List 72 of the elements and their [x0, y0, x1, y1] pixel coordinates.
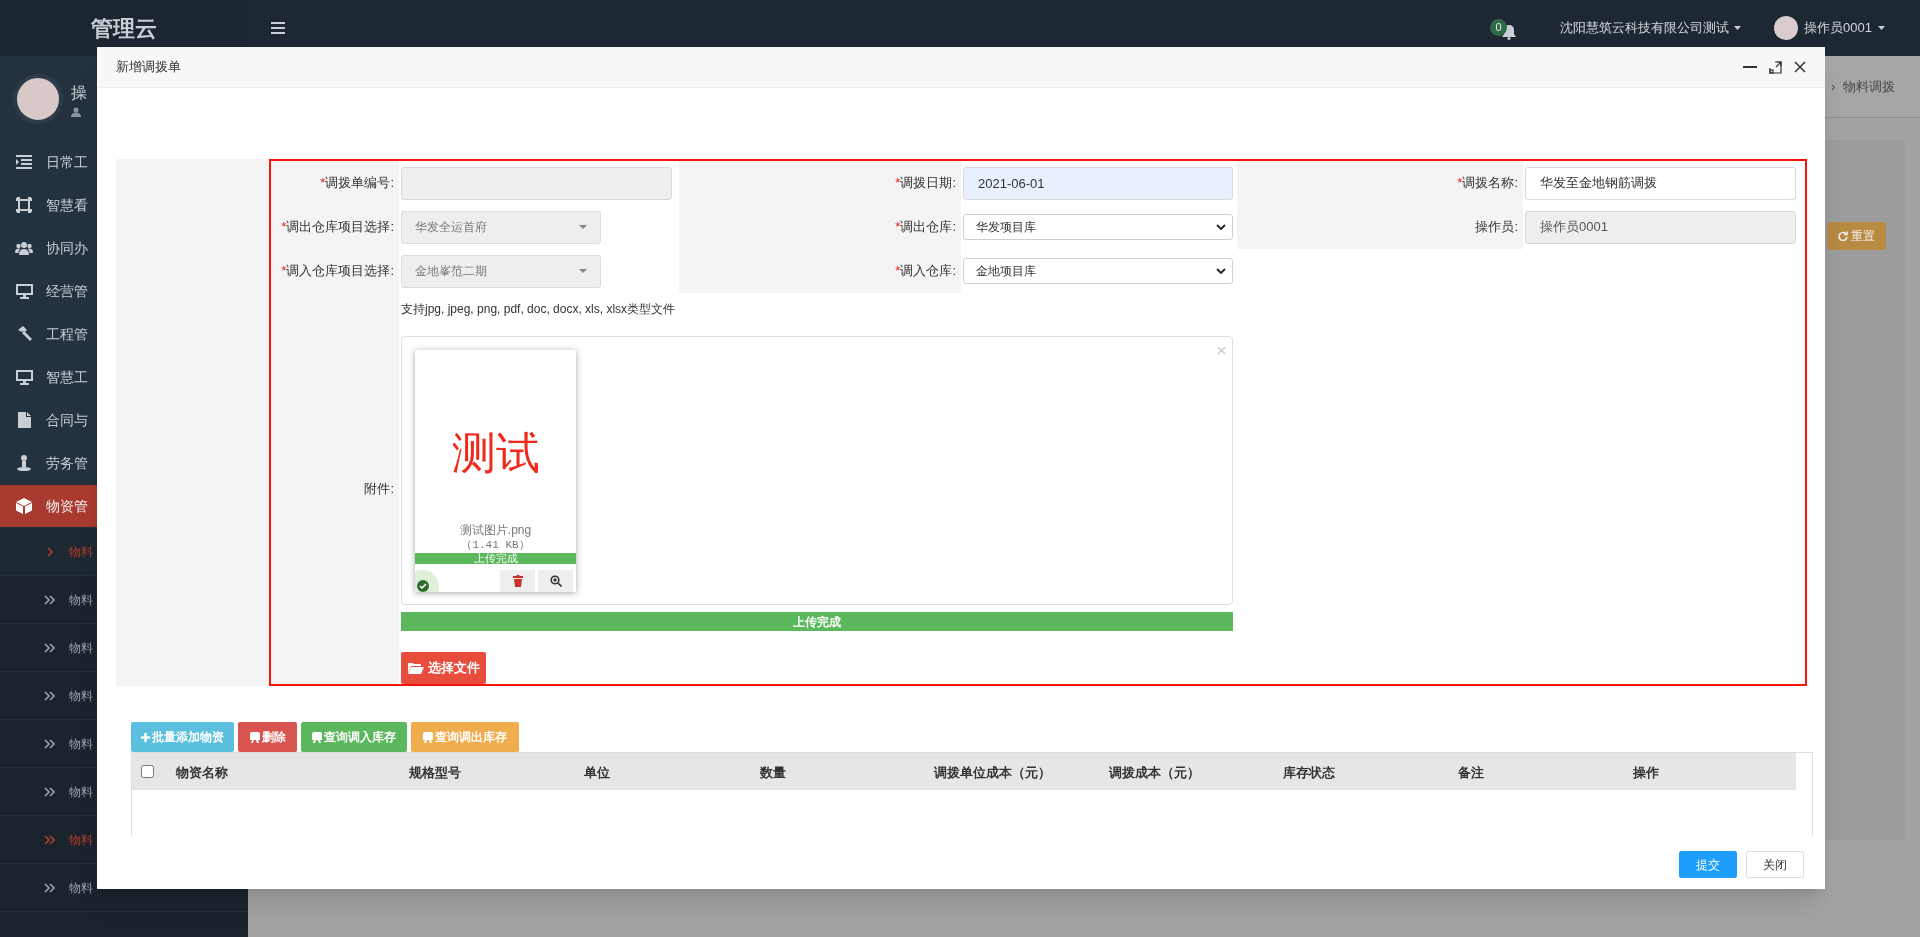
text-field[interactable]: 华发至金地钢筋调拨: [1525, 166, 1796, 200]
field-label: *调拨名称:: [1457, 174, 1518, 193]
field-label: *调拨单编号:: [320, 174, 394, 193]
field-label: *调入仓库:: [895, 262, 956, 281]
column-header[interactable]: 库存状态: [1283, 763, 1335, 783]
select-field[interactable]: 华发项目库: [963, 214, 1233, 240]
delete-button[interactable]: [500, 570, 535, 592]
user-menu[interactable]: 操作员0001: [1774, 16, 1885, 40]
maximize-icon[interactable]: [1769, 60, 1782, 74]
zoom-in-icon: [549, 575, 562, 587]
select-field[interactable]: 金地项目库: [963, 258, 1233, 284]
users-icon: [15, 241, 33, 255]
column-header[interactable]: 操作: [1633, 763, 1659, 783]
breadcrumb-separator: ›: [1831, 77, 1836, 96]
field-label: *调入仓库项目选择:: [281, 262, 394, 281]
caret-icon: [1878, 26, 1885, 30]
dialog-button[interactable]: 关闭: [1746, 851, 1804, 878]
chevron-down-icon: [1216, 268, 1226, 274]
file-type-hint: 支持jpg, jpeg, png, pdf, doc, docx, xls, xlsx类型文件: [401, 301, 677, 316]
refresh-icon: [1838, 231, 1848, 241]
close-icon[interactable]: [1794, 61, 1806, 73]
notification-badge: 0: [1490, 19, 1508, 36]
column-header[interactable]: 备注: [1458, 763, 1484, 783]
company-dropdown[interactable]: 沈阳慧筑云科技有限公司测试: [1560, 18, 1742, 38]
column-header[interactable]: 规格型号: [409, 763, 461, 783]
train-icon: [312, 731, 322, 743]
column-header[interactable]: 物资名称: [176, 763, 228, 783]
check-circle-icon: [417, 580, 429, 592]
cube-icon: [16, 498, 32, 514]
dialog-title: 新增调拨单: [116, 58, 181, 77]
frame-icon: [16, 197, 32, 213]
field-label: 附件:: [364, 479, 394, 498]
field-label: *调出仓库:: [895, 218, 956, 237]
train-icon: [423, 731, 433, 743]
caret-icon: [1734, 26, 1742, 30]
toolbar-button[interactable]: 删除: [238, 722, 297, 752]
image-preview: 测试: [450, 427, 541, 480]
list-icon: [16, 155, 32, 169]
breadcrumb-item[interactable]: 物料调拨: [1843, 76, 1896, 97]
monitor-icon: [15, 369, 33, 385]
choose-file-button[interactable]: 选择文件: [401, 652, 486, 684]
column-header[interactable]: 单位: [584, 763, 610, 783]
file-size: （1.41 KB）: [461, 538, 530, 552]
column-header[interactable]: 调拨成本（元）: [1109, 763, 1200, 783]
monitor-icon: [15, 283, 33, 299]
app-logo: 管理云: [91, 14, 157, 43]
field-label: 操作员:: [1475, 218, 1518, 237]
user-name: 操: [71, 82, 87, 103]
chevron-down-icon: [1216, 224, 1226, 230]
column-header[interactable]: 数量: [760, 763, 786, 783]
zoom-button[interactable]: [538, 570, 573, 592]
user-icon: [71, 106, 81, 117]
caret-icon: [579, 225, 587, 229]
file-progress-fill: 上传完成: [415, 553, 576, 564]
caret-icon: [579, 269, 587, 273]
text-field[interactable]: 2021-06-01: [963, 166, 1233, 200]
column-header[interactable]: 调拨单位成本（元）: [934, 763, 1051, 783]
field-label: *调出仓库项目选择:: [281, 218, 394, 237]
file-icon: [17, 412, 31, 428]
train-icon: [249, 731, 260, 743]
file-name: 测试图片.png: [459, 522, 532, 538]
folder-icon: [407, 662, 424, 674]
trash-icon: [512, 575, 523, 587]
person-icon: [17, 455, 31, 471]
plus-icon: [141, 732, 150, 742]
hammer-icon: [16, 326, 32, 342]
avatar: [1774, 16, 1799, 40]
upload-progress-fill: 上传完成: [401, 612, 1233, 631]
menu-icon[interactable]: [271, 22, 285, 34]
avatar: [13, 73, 63, 124]
field-label: *调拨日期:: [895, 174, 956, 193]
select-all-checkbox[interactable]: [141, 765, 154, 778]
